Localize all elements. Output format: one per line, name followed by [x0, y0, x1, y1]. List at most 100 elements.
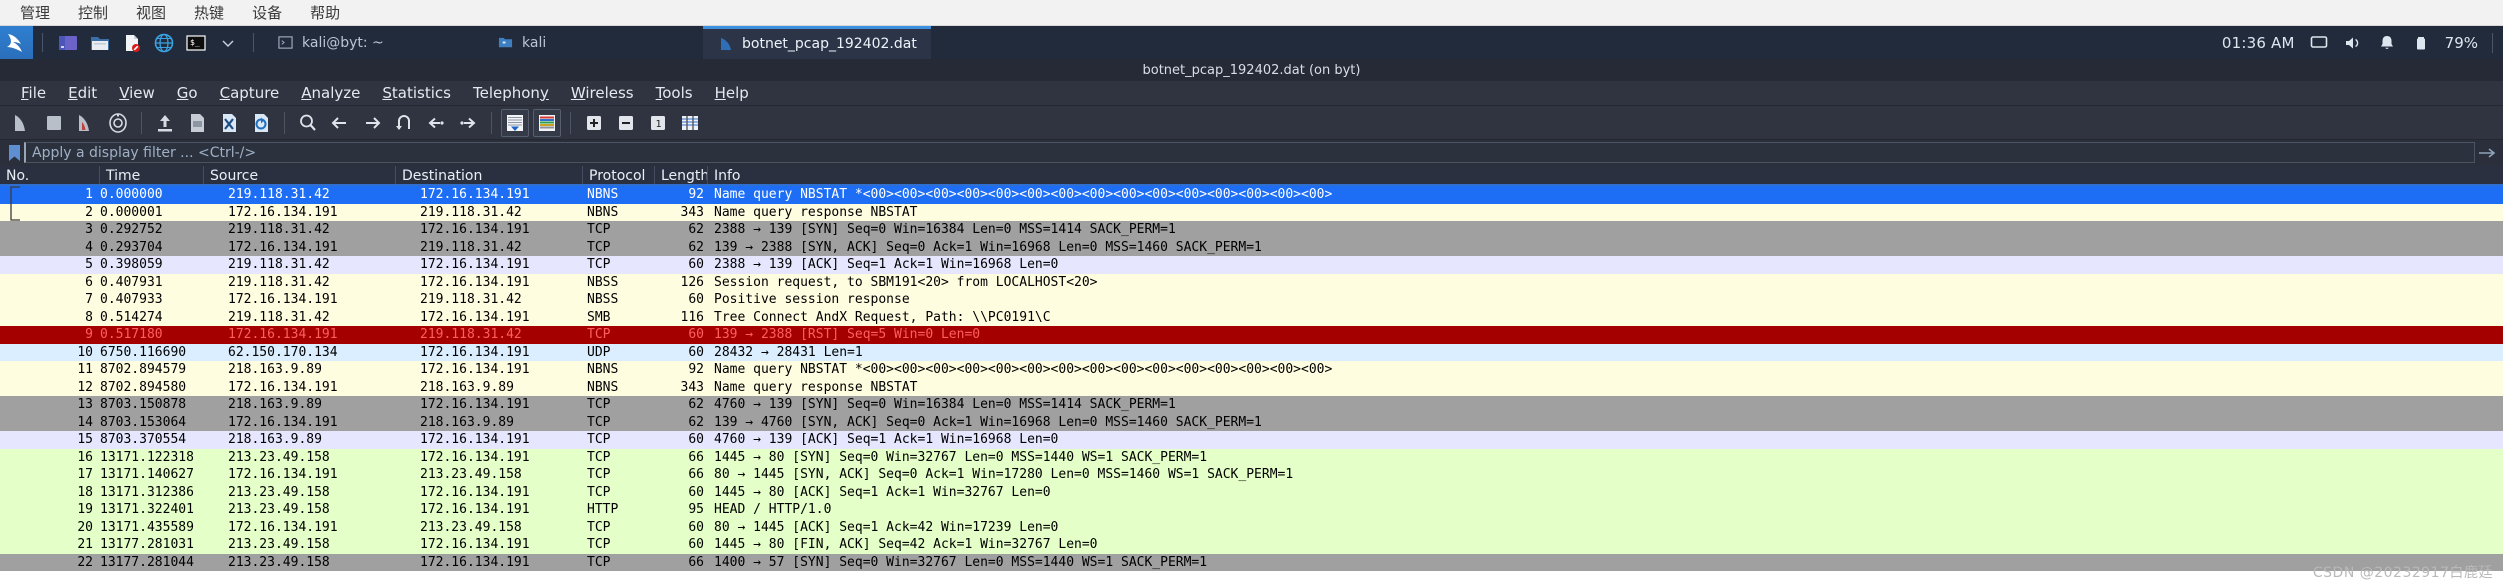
packet-row[interactable]: 22 13177.281044 213.23.49.158 172.16.134.19…	[0, 553, 2503, 571]
column-header-protocol[interactable]: Protocol	[583, 166, 655, 184]
terminal-icon[interactable]: $_	[183, 30, 209, 56]
packet-row[interactable]: 7 0.407933 172.16.134.191 219.118.31.42 NBSS…	[0, 291, 2503, 309]
menu-analyze[interactable]: Analyze	[290, 81, 371, 106]
packet-row[interactable]: 13 8703.150878 218.163.9.89 172.16.134.191 T…	[0, 396, 2503, 414]
wireshark-icon	[717, 36, 734, 53]
menu-go[interactable]: Go	[166, 81, 209, 106]
packet-protocol: NBNS	[587, 187, 619, 202]
packet-row[interactable]: 5 0.398059 219.118.31.42 172.16.134.191 TCP 6…	[0, 256, 2503, 274]
capture-options-icon[interactable]	[104, 109, 132, 137]
os-menu-hotkey[interactable]: 热键	[180, 0, 238, 26]
packet-row[interactable]: 11 8702.894579 218.163.9.89 172.16.134.191 N…	[0, 361, 2503, 379]
go-last-packet-icon[interactable]	[454, 109, 482, 137]
menu-help[interactable]: Help	[704, 81, 760, 106]
taskbar-clock[interactable]: 01:36 AM	[2222, 34, 2295, 52]
menu-tools[interactable]: Tools	[645, 81, 704, 106]
zoom-reset-icon[interactable]: 1	[644, 109, 672, 137]
go-forward-icon[interactable]	[358, 109, 386, 137]
volume-icon[interactable]	[2343, 33, 2363, 53]
packet-row[interactable]: 21 13177.281031 213.23.49.158 172.16.134.19…	[0, 536, 2503, 554]
packet-row[interactable]: 14 8703.153064 172.16.134.191 218.163.9.89 T…	[0, 413, 2503, 431]
restart-capture-icon[interactable]	[72, 109, 100, 137]
packet-rows[interactable]: 1 0.000000 219.118.31.42 172.16.134.191 NBNS…	[0, 186, 2503, 571]
packet-row[interactable]: 20 13171.435589 172.16.134.191 213.23.49.15…	[0, 518, 2503, 536]
packet-row[interactable]: 8 0.514274 219.118.31.42 172.16.134.191 SMB 1…	[0, 308, 2503, 326]
packet-row[interactable]: 10 6750.116690 62.150.170.134 172.16.134.19…	[0, 343, 2503, 361]
close-file-icon[interactable]	[215, 109, 243, 137]
filter-apply-icon[interactable]	[2475, 142, 2499, 163]
files-purple-icon[interactable]	[55, 30, 81, 56]
go-first-packet-icon[interactable]	[422, 109, 450, 137]
packet-row[interactable]: 3 0.292752 219.118.31.42 172.16.134.191 TCP 6…	[0, 221, 2503, 239]
display-filter-input[interactable]: Apply a display filter ... <Ctrl-/>	[24, 142, 2475, 163]
menu-statistics[interactable]: Statistics	[371, 81, 462, 106]
packet-row[interactable]: 17 13171.140627 172.16.134.191 213.23.49.15…	[0, 466, 2503, 484]
menu-capture[interactable]: Capture	[209, 81, 291, 106]
menu-file[interactable]: File	[10, 81, 57, 106]
packet-list[interactable]: No. Time Source Destination Protocol Len…	[0, 166, 2503, 586]
find-packet-icon[interactable]	[294, 109, 322, 137]
battery-icon[interactable]	[2411, 33, 2431, 53]
text-editor-icon[interactable]	[119, 30, 145, 56]
column-header-destination[interactable]: Destination	[396, 166, 583, 184]
menu-edit[interactable]: Edit	[57, 81, 108, 106]
packet-no: 22	[77, 554, 93, 570]
packet-row[interactable]: 19 13171.322401 213.23.49.158 172.16.134.19…	[0, 501, 2503, 519]
packet-row[interactable]: 18 13171.312386 213.23.49.158 172.16.134.19…	[0, 483, 2503, 501]
os-menu-control[interactable]: 控制	[64, 0, 122, 26]
packet-length: 95	[688, 502, 704, 517]
os-menu-manage[interactable]: 管理	[6, 0, 64, 26]
chevron-down-icon[interactable]	[215, 30, 241, 56]
resize-columns-icon[interactable]	[676, 109, 704, 137]
packet-row[interactable]: 12 8702.894580 172.16.134.191 218.163.9.89 N…	[0, 378, 2503, 396]
os-menu-view[interactable]: 视图	[122, 0, 180, 26]
packet-length: 66	[688, 467, 704, 482]
packet-no: 3	[85, 222, 93, 237]
colorize-icon[interactable]	[533, 108, 561, 137]
reload-file-icon[interactable]	[247, 109, 275, 137]
taskbar-window-kali[interactable]: kali	[483, 26, 703, 59]
column-header-time[interactable]: Time	[100, 166, 204, 184]
column-header-length[interactable]: Length	[655, 166, 708, 184]
menu-telephony[interactable]: Telephony	[462, 81, 560, 106]
packet-row[interactable]: 15 8703.370554 218.163.9.89 172.16.134.191 T…	[0, 431, 2503, 449]
save-file-icon[interactable]	[183, 109, 211, 137]
zoom-out-icon[interactable]	[612, 109, 640, 137]
column-header-source[interactable]: Source	[204, 166, 396, 184]
packet-time: 0.000001	[100, 204, 163, 220]
packet-time: 8703.153064	[100, 414, 187, 430]
packet-row[interactable]: 4 0.293704 172.16.134.191 219.118.31.42 TCP 6…	[0, 238, 2503, 256]
go-back-icon[interactable]	[326, 109, 354, 137]
packet-row[interactable]: 6 0.407931 219.118.31.42 172.16.134.191 NBSS…	[0, 273, 2503, 291]
bookmark-icon[interactable]	[4, 142, 24, 163]
packet-info: Name query NBSTAT *<00><00><00><00><00><…	[714, 362, 1333, 377]
menu-wireless[interactable]: Wireless	[560, 81, 645, 106]
kali-menu-icon[interactable]	[0, 26, 33, 59]
taskbar-window-terminal[interactable]: kali@byt: ~	[263, 26, 483, 59]
stop-capture-icon[interactable]	[40, 109, 68, 137]
zoom-in-icon[interactable]	[580, 109, 608, 137]
os-menu-help[interactable]: 帮助	[296, 0, 354, 26]
os-menu-device[interactable]: 设备	[238, 0, 296, 26]
packet-row[interactable]: 9 0.517180 172.16.134.191 219.118.31.42 TCP 6…	[0, 326, 2503, 344]
packet-time: 8703.370554	[100, 432, 187, 447]
menu-view[interactable]: View	[108, 81, 166, 106]
bell-icon[interactable]	[2377, 33, 2397, 53]
packet-protocol: TCP	[587, 554, 611, 570]
window-titlebar: botnet_pcap_192402.dat (on byt)	[0, 59, 2503, 81]
go-to-packet-icon[interactable]	[390, 109, 418, 137]
display-icon[interactable]	[2309, 33, 2329, 53]
taskbar-window-wireshark[interactable]: botnet_pcap_192402.dat	[703, 26, 931, 59]
packet-source: 172.16.134.191	[228, 239, 338, 255]
open-file-icon[interactable]	[151, 109, 179, 137]
packet-row[interactable]: 2 0.000001 172.16.134.191 219.118.31.42 NBNS…	[0, 203, 2503, 221]
packet-row[interactable]: 1 0.000000 219.118.31.42 172.16.134.191 NBNS…	[0, 186, 2503, 204]
file-manager-icon[interactable]	[87, 30, 113, 56]
packet-row[interactable]: 16 13171.122318 213.23.49.158 172.16.134.19…	[0, 448, 2503, 466]
column-header-info[interactable]: Info	[708, 166, 2503, 184]
web-browser-icon[interactable]	[151, 30, 177, 56]
column-header-no[interactable]: No.	[0, 166, 100, 184]
auto-scroll-icon[interactable]	[501, 108, 529, 137]
start-capture-icon[interactable]	[8, 109, 36, 137]
packet-time: 13171.140627	[100, 467, 194, 482]
